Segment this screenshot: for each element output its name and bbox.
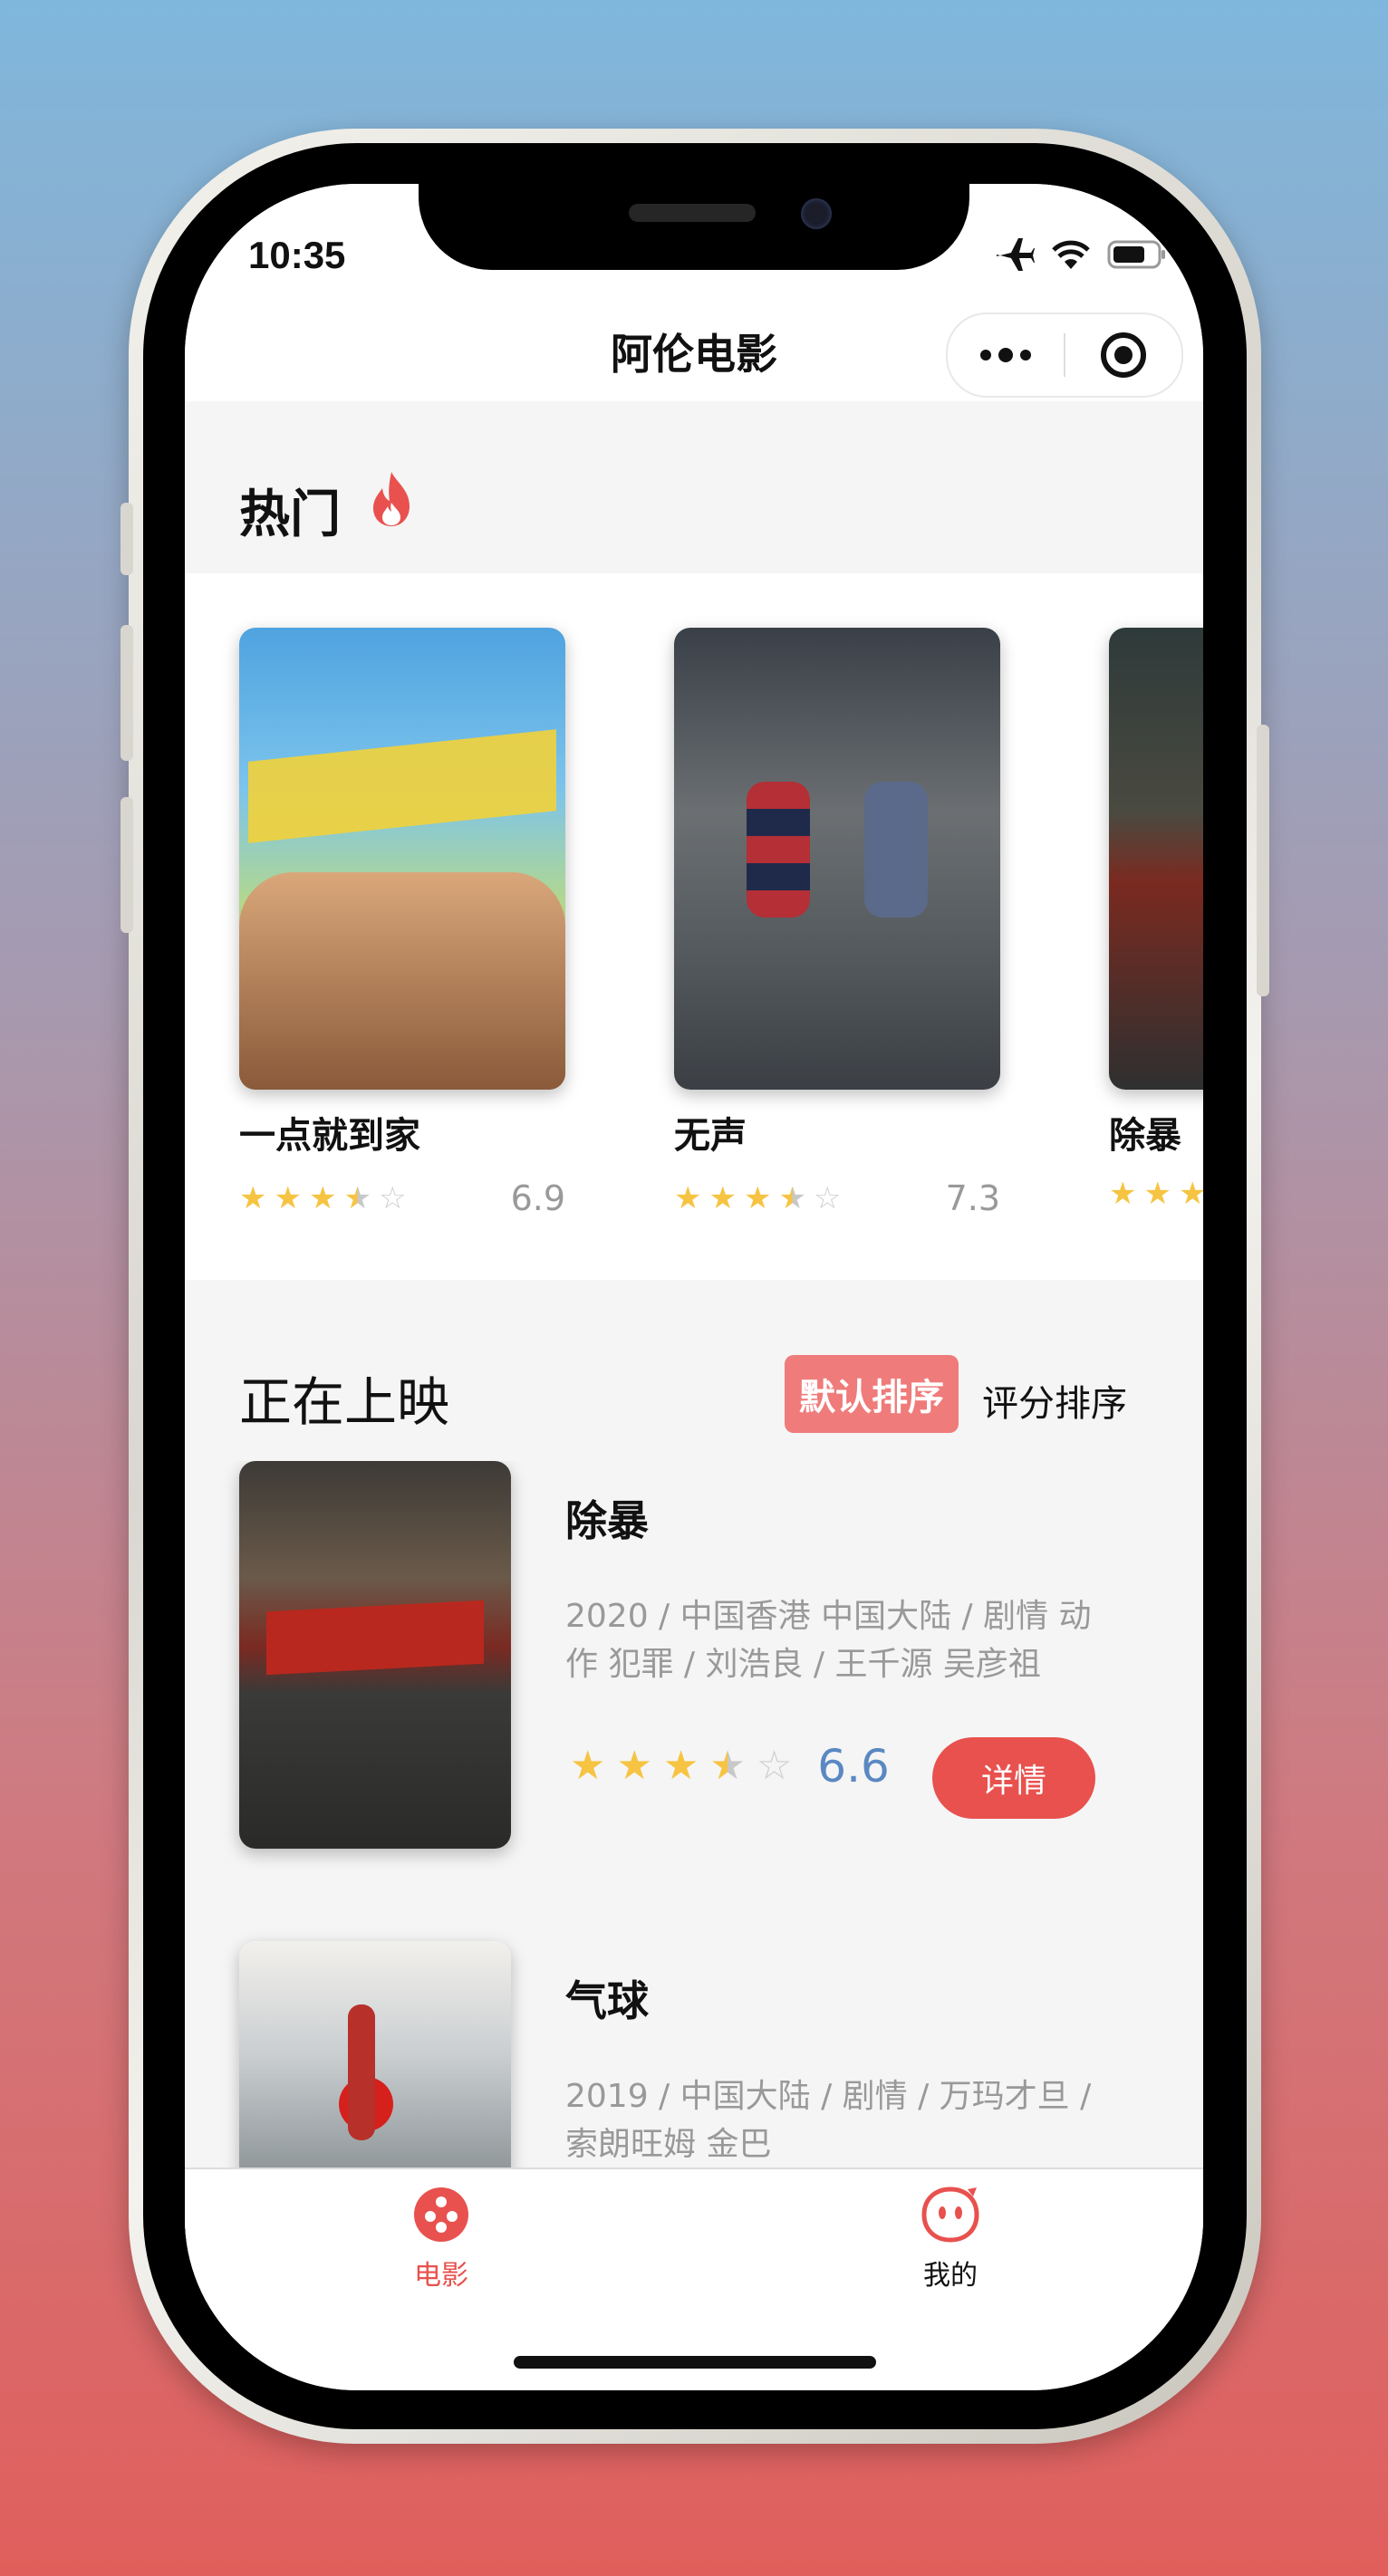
star-rating: ★ ★ ★ ★ ☆ [570, 1746, 792, 1786]
movie-title: 气球 [565, 1976, 649, 2025]
star-icon: ★ [674, 1180, 702, 1216]
hot-movie-name: 无声 [674, 1115, 747, 1157]
hot-movie-name: 除暴 [1109, 1115, 1181, 1157]
half-star-icon: ★ [343, 1180, 371, 1216]
sort-default-button[interactable]: 默认排序 [785, 1355, 959, 1433]
star-icon: ★ [1178, 1176, 1203, 1212]
wifi-icon [1052, 240, 1090, 269]
volume-down-button [120, 797, 133, 933]
status-icons [993, 236, 1167, 273]
hot-movie-score: 7.3 [945, 1178, 1000, 1218]
hot-movie-rating: ★ ★ ★ ★ ☆ 7.3 [674, 1178, 1000, 1218]
empty-star-icon: ☆ [756, 1743, 793, 1789]
hot-movie-rating: ★ ★ ★ [1109, 1178, 1203, 1209]
hot-movie-score: 6.9 [510, 1178, 565, 1218]
movie-score: 6.6 [817, 1740, 890, 1793]
notch [419, 184, 969, 270]
movie-poster[interactable] [239, 628, 565, 1090]
status-time: 10:35 [248, 234, 346, 276]
hot-movie-card[interactable]: 除暴 ★ ★ ★ [1109, 628, 1203, 1209]
hot-movie-rating: ★ ★ ★ ★ ☆ 6.9 [239, 1178, 565, 1218]
mute-switch [120, 503, 133, 575]
now-playing-title: 正在上映 [239, 1371, 450, 1433]
hot-carousel[interactable]: 一点就到家 ★ ★ ★ ★ ☆ 6.9 无声 ★ ★ ★ ★ ☆ 7.3 除暴 … [185, 573, 1203, 1280]
miniapp-capsule [946, 312, 1183, 398]
home-indicator[interactable] [514, 2356, 876, 2369]
movie-title: 除暴 [565, 1496, 649, 1545]
movie-rating: ★ ★ ★ ★ ☆ 6.6 [570, 1740, 890, 1793]
star-icon: ★ [743, 1180, 772, 1216]
film-icon [414, 2187, 468, 2242]
empty-star-icon: ☆ [813, 1180, 842, 1216]
power-button [1257, 725, 1269, 996]
star-rating: ★ ★ ★ ★ ☆ [239, 1183, 406, 1214]
battery-icon [1107, 240, 1165, 269]
screen: 10:35 阿伦电影 热门 一点就到家 ★ ★ ★ ★ ☆ 6.9 无声 ★ ★… [185, 184, 1203, 2390]
star-icon: ★ [570, 1743, 606, 1789]
star-icon: ★ [239, 1180, 267, 1216]
movie-poster[interactable] [1109, 628, 1203, 1090]
star-icon: ★ [274, 1180, 302, 1216]
now-playing-header: 正在上映 默认排序 评分排序 [185, 1280, 1203, 1461]
airplane-icon [997, 238, 1035, 271]
tab-mine[interactable]: 我的 [860, 2186, 1041, 2292]
target-icon [1101, 332, 1146, 378]
fire-icon [373, 472, 410, 526]
volume-up-button [120, 625, 133, 761]
star-icon: ★ [708, 1180, 737, 1216]
more-button[interactable] [948, 314, 1064, 396]
movie-info: 2019 / 中国大陆 / 剧情 / 万玛才旦 / 索朗旺姆 金巴 [565, 2078, 1092, 2163]
movie-poster[interactable] [239, 1461, 511, 1849]
speaker [629, 204, 756, 222]
star-rating: ★ ★ ★ [1109, 1178, 1203, 1209]
tab-movie[interactable]: 电影 [351, 2186, 532, 2292]
tab-label: 我的 [923, 2260, 978, 2292]
detail-button[interactable]: 详情 [932, 1737, 1095, 1819]
hot-section-header: 热门 [185, 401, 1203, 573]
close-miniapp-button[interactable] [1065, 314, 1181, 396]
movie-info: 2020 / 中国香港 中国大陆 / 剧情 动作 犯罪 / 刘浩良 / 王千源 … [565, 1598, 1092, 1683]
tab-label: 电影 [414, 2260, 468, 2292]
star-icon: ★ [1143, 1176, 1171, 1212]
movie-list-item[interactable]: 除暴 2020 / 中国香港 中国大陆 / 剧情 动作 犯罪 / 刘浩良 / 王… [239, 1461, 1145, 1860]
front-camera [801, 198, 832, 229]
nav-bar: 阿伦电影 [185, 293, 1203, 401]
star-icon: ★ [616, 1743, 652, 1789]
half-star-icon: ★ [709, 1743, 746, 1789]
star-rating: ★ ★ ★ ★ ☆ [674, 1183, 841, 1214]
hot-movie-card[interactable]: 无声 ★ ★ ★ ★ ☆ 7.3 [674, 628, 1000, 1218]
half-star-icon: ★ [778, 1180, 806, 1216]
movie-poster[interactable] [674, 628, 1000, 1090]
hot-movie-name: 一点就到家 [239, 1115, 420, 1157]
empty-star-icon: ☆ [378, 1180, 407, 1216]
hot-title: 热门 [239, 485, 341, 544]
more-dots-icon [980, 348, 1031, 362]
profile-icon [921, 2187, 979, 2243]
hot-movie-card[interactable]: 一点就到家 ★ ★ ★ ★ ☆ 6.9 [239, 628, 565, 1218]
sort-rating-button[interactable]: 评分排序 [982, 1374, 1127, 1427]
star-icon: ★ [1109, 1176, 1137, 1212]
star-icon: ★ [662, 1743, 699, 1789]
star-icon: ★ [308, 1180, 337, 1216]
